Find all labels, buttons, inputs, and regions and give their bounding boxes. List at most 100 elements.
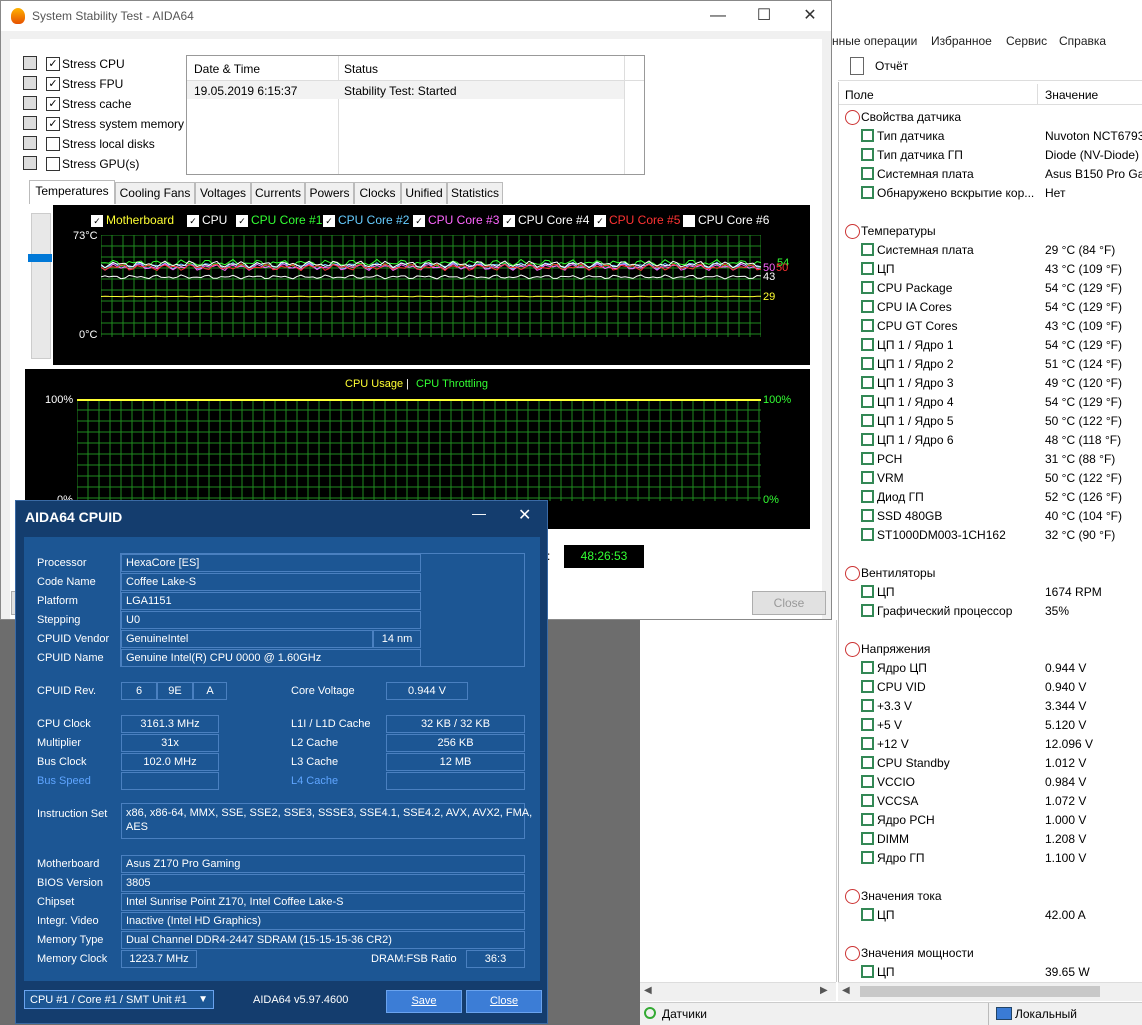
cpuid-minimize-button[interactable]: — (472, 505, 486, 521)
cpuid-title-bar[interactable]: AIDA64 CPUID — ✕ (16, 501, 547, 533)
legend-checkbox[interactable]: ✓ (236, 215, 248, 227)
sensor-row[interactable]: VCCIO 0.984 V (839, 772, 1142, 791)
sensor-row[interactable]: ЦП 1 / Ядро 5 50 °C (122 °F) (839, 411, 1142, 430)
sensor-row[interactable]: CPU Package 54 °C (129 °F) (839, 278, 1142, 297)
tab-voltages[interactable]: Voltages (195, 182, 251, 204)
sensor-group-header[interactable]: Вентиляторы (839, 563, 1142, 582)
legend-checkbox[interactable] (683, 215, 695, 227)
sensor-row[interactable]: Тип датчика Nuvoton NCT6793 (839, 126, 1142, 145)
legend-checkbox[interactable]: ✓ (91, 215, 103, 227)
graph-scroll-slider[interactable] (28, 213, 52, 359)
col-divider[interactable] (1037, 84, 1038, 104)
maximize-button[interactable]: ☐ (741, 1, 787, 31)
sensor-group-header[interactable]: Значения мощности (839, 943, 1142, 962)
sensor-row[interactable]: PCH 31 °C (88 °F) (839, 449, 1142, 468)
sensor-row[interactable]: ЦП 1 / Ядро 1 54 °C (129 °F) (839, 335, 1142, 354)
elapsed-time: 48:26:53 (564, 545, 644, 568)
stress-checkbox[interactable]: ✓ (46, 57, 60, 71)
sensor-row[interactable]: Системная плата 29 °C (84 °F) (839, 240, 1142, 259)
sensor-group-header[interactable]: Температуры (839, 221, 1142, 240)
slider-thumb[interactable] (28, 254, 52, 262)
close-window-button[interactable]: ✕ (787, 1, 833, 31)
sensor-row[interactable]: CPU IA Cores 54 °C (129 °F) (839, 297, 1142, 316)
cpuid-close-button[interactable]: Close (466, 990, 542, 1013)
processor-label: Processor (37, 557, 87, 569)
sensor-hscrollbar[interactable]: ◀ (838, 982, 1142, 1001)
tab-temperatures[interactable]: Temperatures (29, 180, 115, 204)
stability-close-button[interactable]: Close (752, 591, 826, 615)
sensor-row[interactable]: ЦП 1674 RPM (839, 582, 1142, 601)
sensor-value: 43 °C (109 °F) (1045, 262, 1122, 276)
sensor-row[interactable]: ST1000DM003-1CH162 32 °C (90 °F) (839, 525, 1142, 544)
sensor-row[interactable]: ЦП 39.65 W (839, 962, 1142, 981)
col-status[interactable]: Status (344, 62, 378, 76)
codename-value: Coffee Lake-S (121, 573, 421, 591)
sensor-row[interactable]: +5 V 5.120 V (839, 715, 1142, 734)
sensor-row[interactable]: Ядро ГП 1.100 V (839, 848, 1142, 867)
sensor-row[interactable]: Обнаружено вскрытие кор... Нет (839, 183, 1142, 202)
legend-checkbox[interactable]: ✓ (503, 215, 515, 227)
cpuid-close-icon[interactable]: ✕ (518, 505, 531, 525)
menu-item-service[interactable]: Сервис (1006, 34, 1047, 48)
sensor-row[interactable]: Тип датчика ГП Diode (NV-Diode) (839, 145, 1142, 164)
sensor-icon (861, 528, 874, 541)
sensor-row[interactable]: VCCSA 1.072 V (839, 791, 1142, 810)
minimize-button[interactable]: — (695, 1, 741, 31)
stress-checkbox[interactable]: ✓ (46, 117, 60, 131)
scroll-left-icon[interactable]: ◀ (644, 985, 652, 996)
tab-cooling-fans[interactable]: Cooling Fans (115, 182, 195, 204)
sensor-row[interactable]: SSD 480GB 40 °C (104 °F) (839, 506, 1142, 525)
sensor-row[interactable]: Графический процессор 35% (839, 601, 1142, 620)
menu-item-help[interactable]: Справка (1059, 34, 1106, 48)
col-value-header[interactable]: Значение (1045, 88, 1098, 102)
report-button[interactable]: Отчёт (875, 59, 908, 73)
log-row[interactable]: 19.05.2019 6:15:37 Stability Test: Start… (187, 81, 624, 99)
sensor-group-header[interactable]: Свойства датчика (839, 107, 1142, 126)
menu-item-operations[interactable]: нные операции (832, 34, 917, 48)
tab-unified[interactable]: Unified (401, 182, 447, 204)
legend-checkbox[interactable]: ✓ (187, 215, 199, 227)
scroll-thumb[interactable] (860, 986, 1100, 997)
title-bar[interactable]: System Stability Test - AIDA64 — ☐ ✕ (1, 1, 831, 31)
sensor-row[interactable]: Ядро ЦП 0.944 V (839, 658, 1142, 677)
sensor-row[interactable]: CPU GT Cores 43 °C (109 °F) (839, 316, 1142, 335)
stress-checkbox[interactable] (46, 137, 60, 151)
report-icon[interactable] (850, 57, 864, 75)
scroll-right-icon[interactable]: ▶ (820, 985, 828, 996)
legend-checkbox[interactable]: ✓ (413, 215, 425, 227)
col-datetime[interactable]: Date & Time (194, 62, 260, 76)
cpuid-save-button[interactable]: Save (386, 990, 462, 1013)
sensor-row[interactable]: CPU Standby 1.012 V (839, 753, 1142, 772)
sensor-row[interactable]: Диод ГП 52 °C (126 °F) (839, 487, 1142, 506)
sensor-row[interactable]: ЦП 1 / Ядро 6 48 °C (118 °F) (839, 430, 1142, 449)
legend-checkbox[interactable]: ✓ (323, 215, 335, 227)
sensor-row[interactable]: CPU VID 0.940 V (839, 677, 1142, 696)
tab-statistics[interactable]: Statistics (447, 182, 503, 204)
sensor-row[interactable]: ЦП 1 / Ядро 4 54 °C (129 °F) (839, 392, 1142, 411)
sensor-row[interactable]: ЦП 1 / Ядро 3 49 °C (120 °F) (839, 373, 1142, 392)
sensor-row[interactable]: ЦП 42.00 A (839, 905, 1142, 924)
stress-checkbox[interactable]: ✓ (46, 77, 60, 91)
tab-powers[interactable]: Powers (305, 182, 354, 204)
sensor-row[interactable]: VRM 50 °C (122 °F) (839, 468, 1142, 487)
tab-currents[interactable]: Currents (251, 182, 305, 204)
left-hscrollbar[interactable]: ◀ ▶ (640, 982, 836, 1001)
stress-checkbox[interactable]: ✓ (46, 97, 60, 111)
sensor-row[interactable]: ЦП 43 °C (109 °F) (839, 259, 1142, 278)
core-selector-dropdown[interactable]: CPU #1 / Core #1 / SMT Unit #1 ▼ (24, 990, 214, 1009)
sensor-row[interactable]: ЦП 1 / Ядро 2 51 °C (124 °F) (839, 354, 1142, 373)
sensor-row[interactable]: Системная плата Asus B150 Pro Gam (839, 164, 1142, 183)
menu-item-favorites[interactable]: Избранное (931, 34, 992, 48)
col-field-header[interactable]: Поле (845, 88, 874, 102)
legend-checkbox[interactable]: ✓ (594, 215, 606, 227)
scroll-left-icon[interactable]: ◀ (842, 985, 850, 996)
sensor-group-header[interactable]: Значения тока (839, 886, 1142, 905)
sensor-group-header[interactable]: Напряжения (839, 639, 1142, 658)
codename-label: Code Name (37, 576, 96, 588)
sensor-row[interactable]: Ядро PCH 1.000 V (839, 810, 1142, 829)
sensor-row[interactable]: DIMM 1.208 V (839, 829, 1142, 848)
sensor-row[interactable]: +3.3 V 3.344 V (839, 696, 1142, 715)
stress-checkbox[interactable] (46, 157, 60, 171)
sensor-row[interactable]: +12 V 12.096 V (839, 734, 1142, 753)
tab-clocks[interactable]: Clocks (354, 182, 401, 204)
